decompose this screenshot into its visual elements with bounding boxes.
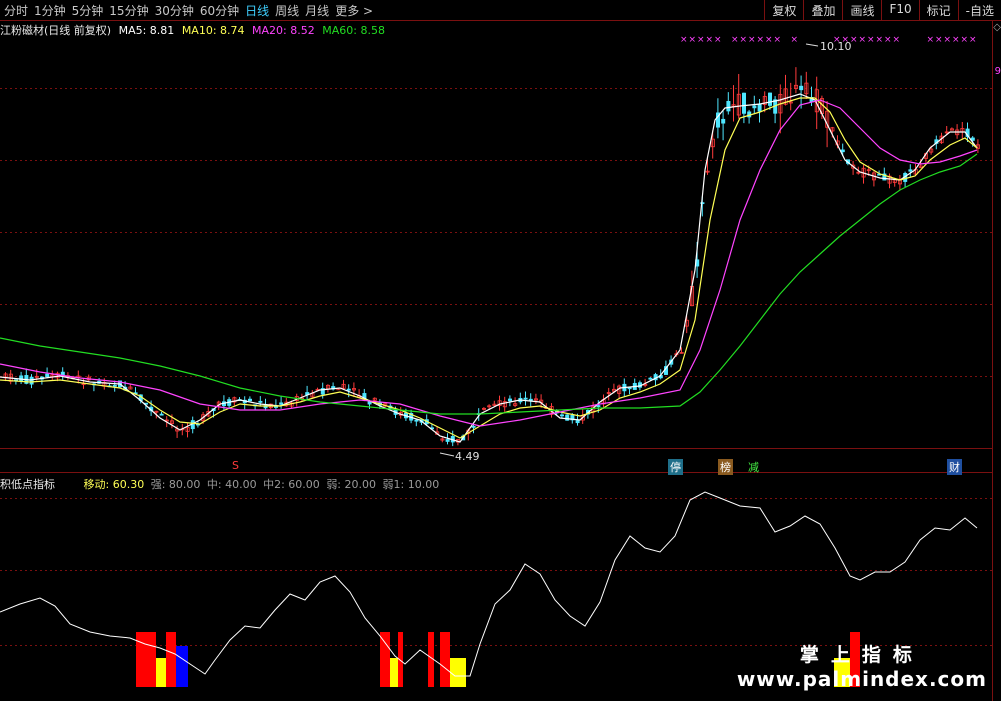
ma10-legend: MA10: 8.74 [181, 24, 245, 37]
indicator-bar [440, 632, 450, 687]
signal-x-mark: × [731, 35, 739, 45]
candle-body [721, 118, 726, 124]
candle-body [247, 398, 252, 402]
candle-body [799, 85, 804, 91]
ma60-line [0, 153, 978, 415]
candle-body [726, 100, 731, 112]
signal-x-mark: × [697, 35, 705, 45]
indicator-legend: 积低点指标 移动: 60.30 强: 80.00 中: 40.00 中2: 60… [0, 476, 442, 492]
ma5-legend: MA5: 8.81 [118, 24, 175, 37]
candle-body [752, 105, 757, 109]
candle-body [742, 92, 747, 114]
indicator-bar [380, 632, 390, 687]
signal-s-marker[interactable]: S [230, 459, 241, 472]
signal-x-mark: × [867, 35, 875, 45]
signal-x-mark: × [893, 35, 901, 45]
candle-body [112, 384, 117, 387]
signal-x-mark: × [757, 35, 765, 45]
candle-body [648, 377, 653, 380]
finance-marker[interactable]: 财 [947, 459, 962, 475]
signal-x-mark: × [680, 35, 688, 45]
signal-x-mark: × [944, 35, 952, 45]
ma5-line [0, 93, 978, 443]
signal-x-mark: × [952, 35, 960, 45]
candle-body [159, 413, 164, 416]
kline-chart[interactable]: × × × × × × × × × × × × × × × × × × × × × × × × × × [0, 0, 1001, 701]
low-price-label: 4.49 [455, 450, 480, 463]
candle-body [29, 376, 34, 385]
halt-marker[interactable]: 停 [668, 459, 683, 475]
signal-x-mark: × [765, 35, 773, 45]
signal-x-mark: × [884, 35, 892, 45]
watermark: 掌上指标 www.palmindex.com [737, 640, 987, 691]
indicator-bar [176, 646, 188, 687]
candle-body [346, 388, 351, 391]
mid-value: 中: 40.00 [206, 478, 257, 491]
indicator-bar [450, 658, 466, 687]
indicator-bar [390, 658, 398, 687]
signal-x-mark: × [714, 35, 722, 45]
candle-body [565, 414, 570, 421]
ranking-marker[interactable]: 榜 [718, 459, 733, 475]
diamond-icon[interactable]: ◇ [993, 22, 1001, 33]
weak-value: 弱: 20.00 [326, 478, 377, 491]
watermark-url: www.palmindex.com [736, 667, 987, 691]
candle-body [471, 426, 476, 428]
candle-body [560, 414, 565, 417]
high-price-label: 10.10 [820, 40, 852, 53]
candle-body [258, 400, 263, 403]
candle-body [45, 373, 50, 377]
signal-x-mark: × [706, 35, 714, 45]
signal-x-mark: × [927, 35, 935, 45]
signal-x-mark: × [774, 35, 782, 45]
indicator-name: 积低点指标 [0, 478, 55, 491]
mid2-value: 中2: 60.00 [263, 478, 320, 491]
signal-x-mark: × [740, 35, 748, 45]
signal-x-mark: × [969, 35, 977, 45]
candle-body [757, 103, 762, 112]
signal-x-mark: × [791, 35, 799, 45]
candle-body [840, 149, 845, 153]
ma20-line [0, 99, 978, 427]
signal-x-mark: × [859, 35, 867, 45]
candle-body [279, 402, 284, 405]
low-pointer [439, 452, 455, 457]
candle-body [414, 419, 419, 422]
signal-x-mark: × [961, 35, 969, 45]
stock-title: 江粉磁材(日线 前复权) [0, 24, 112, 37]
indicator-bar [136, 632, 156, 687]
watermark-cn: 掌上指标 [799, 644, 924, 666]
candle-body [768, 92, 773, 106]
reduce-marker[interactable]: 减 [746, 459, 761, 475]
signal-x-mark: × [935, 35, 943, 45]
ma20-legend: MA20: 8.52 [252, 24, 315, 37]
move-value: 移动: 60.30 [83, 478, 145, 491]
candle-body [523, 397, 528, 400]
candle-body [445, 439, 450, 442]
signal-x-mark: × [689, 35, 697, 45]
candle-body [528, 398, 533, 401]
candle-body [908, 169, 913, 172]
indicator-bar [156, 658, 166, 687]
indicator-bar [166, 632, 176, 687]
candle-body [507, 398, 512, 402]
weak1-value: 弱1: 10.00 [382, 478, 440, 491]
ma60-legend: MA60: 8.58 [322, 24, 385, 37]
main-legend: 江粉磁材(日线 前复权) MA5: 8.81 MA10: 8.74 MA20: … [0, 22, 389, 38]
strong-value: 强: 80.00 [150, 478, 201, 491]
signal-x-mark: × [876, 35, 884, 45]
high-pointer [805, 43, 819, 47]
price-axis-label: 9 [994, 66, 1001, 77]
signal-x-mark: × [748, 35, 756, 45]
candle-body [596, 405, 601, 407]
candle-body [575, 420, 580, 424]
